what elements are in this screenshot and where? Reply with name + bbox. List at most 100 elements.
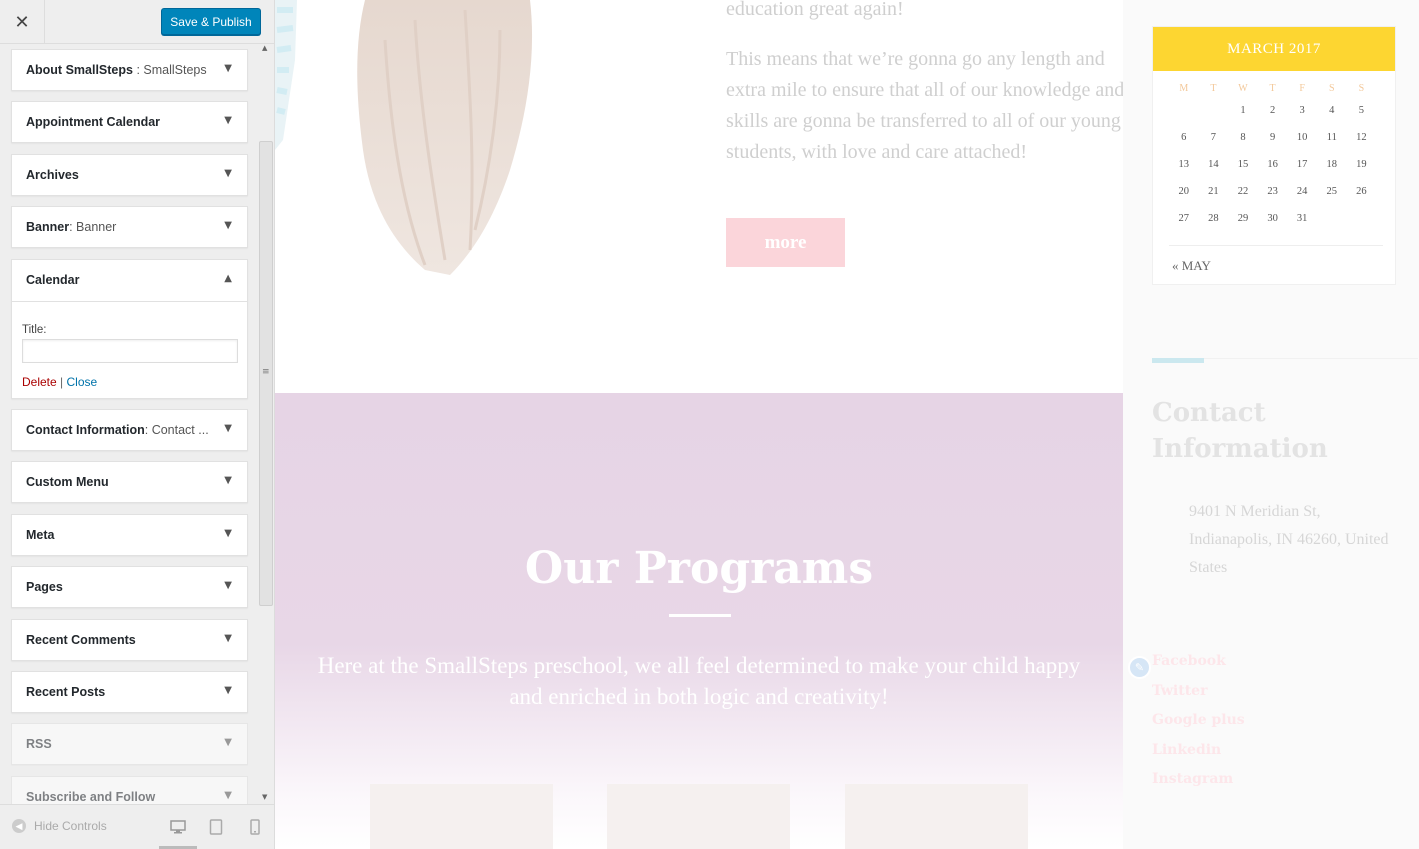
close-customizer-button[interactable]: ✕ — [0, 0, 45, 44]
expand-arrow-icon[interactable]: ▼ — [224, 790, 232, 801]
program-card-image[interactable] — [845, 784, 1028, 849]
contact-title: Contact Information — [1152, 398, 1328, 464]
widget-meta[interactable]: Meta ▼ — [11, 513, 248, 556]
widget-subtitle: : Contact ... — [144, 422, 209, 437]
calendar-day-name: T — [1210, 83, 1217, 94]
calendar-day: 8 — [1240, 132, 1246, 143]
widget-archives[interactable]: Archives ▼ — [11, 153, 248, 196]
social-link-linkedin[interactable]: Linkedin — [1152, 742, 1245, 772]
widget-contact-information[interactable]: Contact Information: Contact ... ▼ — [11, 408, 248, 451]
calendar-day: 29 — [1237, 213, 1249, 224]
about-paragraph: education great again! — [726, 0, 904, 20]
social-link-facebook[interactable]: Facebook — [1152, 653, 1245, 683]
desktop-icon — [170, 820, 186, 834]
widget-title: Meta — [26, 527, 55, 542]
calendar-empty-cell — [1199, 105, 1229, 121]
calendar-day: 4 — [1329, 105, 1335, 116]
social-link-instagram[interactable]: Instagram — [1152, 771, 1245, 801]
calendar-day: 23 — [1267, 186, 1278, 197]
calendar-day-name: F — [1299, 83, 1305, 94]
expand-arrow-icon[interactable]: ▼ — [224, 685, 232, 696]
calendar-day: 19 — [1356, 159, 1367, 170]
widget-calendar-form: Title: Delete | Close — [22, 260, 238, 389]
calendar-day: 21 — [1208, 186, 1219, 197]
programs-divider — [669, 614, 731, 617]
calendar-day: 31 — [1296, 213, 1308, 224]
program-card-image[interactable] — [370, 784, 553, 849]
delete-link[interactable]: Delete — [22, 375, 57, 389]
expand-arrow-icon[interactable]: ▼ — [224, 528, 232, 539]
calendar-grid: M T W T F S S 1 2 3 4 5 6 7 8 9 10 11 12 13 14 15 16 17 1… — [1169, 83, 1377, 256]
expand-arrow-icon[interactable]: ▼ — [224, 580, 232, 591]
expand-arrow-icon[interactable]: ▼ — [224, 220, 232, 231]
calendar-day: 30 — [1267, 213, 1278, 224]
scroll-up-arrow-icon[interactable]: ▲ — [262, 44, 267, 52]
scroll-down-arrow-icon[interactable]: ▼ — [262, 793, 267, 801]
widget-pages[interactable]: Pages ▼ — [11, 566, 248, 609]
widget-title: Appointment Calendar — [26, 115, 161, 130]
social-link-google-plus[interactable]: Google plus — [1152, 712, 1245, 742]
calendar-day: 18 — [1326, 159, 1338, 170]
preview-desktop-button[interactable] — [168, 817, 188, 837]
calendar-day-name: S — [1328, 83, 1335, 94]
widget-recent-posts[interactable]: Recent Posts ▼ — [11, 670, 248, 713]
widget-custom-menu[interactable]: Custom Menu ▼ — [11, 461, 248, 504]
widget-subtitle: : SmallSteps — [132, 63, 207, 77]
widget-banner[interactable]: Banner: Banner ▼ — [11, 206, 248, 249]
widget-title: Recent Comments — [26, 632, 136, 647]
social-links: Facebook Twitter Google plus Linkedin In… — [1152, 653, 1245, 801]
widget-title: Recent Posts — [26, 684, 106, 699]
calendar-divider — [1169, 245, 1383, 246]
widget-rss[interactable]: RSS ▼ — [11, 723, 248, 766]
expand-arrow-icon[interactable]: ▼ — [224, 633, 232, 644]
more-button[interactable]: more — [726, 218, 845, 267]
calendar-day-name: M — [1179, 83, 1189, 94]
widget-actions: Delete | Close — [22, 375, 237, 389]
about-text: education great again! This means that w… — [726, 0, 1126, 187]
calendar-day: 16 — [1267, 159, 1278, 170]
customizer-sidebar: ✕ Save & Publish About SmallSteps : Smal… — [0, 0, 275, 849]
widget-title: Contact Information — [26, 422, 145, 437]
expand-arrow-icon[interactable]: ▼ — [224, 63, 232, 74]
tablet-icon — [209, 819, 223, 835]
right-sidebar: MARCH 2017 M T W T F S S 1 2 3 4 5 6 7 8 9 10 11 12… — [1123, 0, 1419, 849]
expand-arrow-icon[interactable]: ▼ — [224, 475, 232, 486]
widget-title: About SmallSteps — [26, 63, 133, 77]
hide-controls-button[interactable]: ◀ Hide Controls — [12, 819, 107, 833]
expand-arrow-icon[interactable]: ▼ — [224, 115, 232, 126]
contact-address: 9401 N Meridian St, Indianapolis, IN 462… — [1189, 503, 1389, 576]
widget-title: RSS — [26, 737, 52, 752]
program-card-image[interactable] — [607, 784, 790, 849]
preview-mobile-button[interactable] — [245, 817, 265, 837]
calendar-day-name: W — [1238, 83, 1248, 94]
widget-calendar: Calendar ▲ Title: Delete | Close — [11, 258, 248, 399]
social-link-twitter[interactable]: Twitter — [1152, 683, 1245, 713]
preview-tablet-button[interactable] — [206, 817, 226, 837]
calendar-day: 15 — [1237, 159, 1249, 170]
programs-description: Here at the SmallSteps preschool, we all… — [317, 653, 1081, 709]
collapse-sidebar-icon: ◀ — [12, 819, 26, 833]
widget-title: Custom Menu — [26, 475, 109, 490]
expand-arrow-icon[interactable]: ▼ — [224, 423, 232, 434]
calendar-day: 26 — [1356, 186, 1367, 197]
widget-title: Banner — [26, 220, 70, 235]
widget-appointment-calendar[interactable]: Appointment Calendar ▼ — [11, 101, 248, 144]
scrollbar-grip-icon: ≡ — [262, 367, 270, 377]
calendar-day: 20 — [1178, 186, 1190, 197]
hide-controls-label: Hide Controls — [34, 819, 107, 833]
calendar-day: 28 — [1208, 213, 1219, 224]
expand-arrow-icon[interactable]: ▼ — [224, 168, 232, 179]
title-input[interactable] — [22, 338, 238, 363]
expand-arrow-icon[interactable]: ▼ — [224, 737, 232, 748]
close-link[interactable]: Close — [67, 375, 98, 389]
save-publish-button[interactable]: Save & Publish — [161, 8, 261, 35]
calendar-day: 2 — [1269, 105, 1276, 116]
close-icon: ✕ — [14, 11, 30, 33]
edit-shortcut-pencil-icon[interactable]: ✎ — [1128, 656, 1151, 679]
calendar-prev-link[interactable]: « MAY — [1172, 258, 1211, 274]
actions-separator: | — [60, 374, 64, 389]
widget-title: Archives — [26, 167, 79, 182]
girl-photo — [275, 0, 533, 275]
widget-about-smallsteps[interactable]: About SmallSteps : SmallSteps ▼ — [11, 49, 248, 91]
widget-recent-comments[interactable]: Recent Comments ▼ — [11, 618, 248, 661]
